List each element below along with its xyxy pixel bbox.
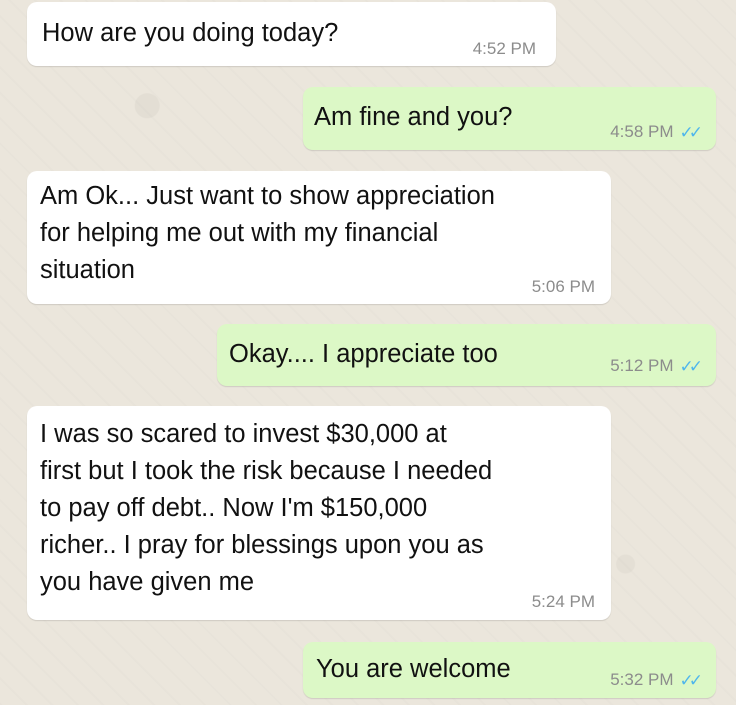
double-check-icon: ✓✓ <box>679 122 703 142</box>
double-check-icon: ✓✓ <box>679 670 703 690</box>
message-timestamp: 5:24 PM <box>532 592 595 612</box>
timestamp-text: 5:32 PM <box>610 670 674 689</box>
message-bubble-incoming[interactable]: I was so scared to invest $30,000 at fir… <box>27 406 611 620</box>
message-timestamp: 5:12 PM ✓✓ <box>610 356 703 376</box>
message-text: Am fine and you? <box>314 103 513 131</box>
message-text: I was so scared to invest $30,000 at fir… <box>40 420 493 596</box>
message-bubble-incoming[interactable]: How are you doing today? 4:52 PM <box>27 2 556 66</box>
message-text: Am Ok... Just want to show appreciation … <box>40 182 495 284</box>
message-timestamp: 4:52 PM <box>473 39 536 59</box>
message-text: Okay.... I appreciate too <box>229 340 498 368</box>
chat-thread: How are you doing today? 4:52 PM Am fine… <box>0 0 736 705</box>
timestamp-text: 5:06 PM <box>531 277 595 296</box>
timestamp-text: 5:12 PM <box>610 356 674 375</box>
message-bubble-outgoing[interactable]: You are welcome 5:32 PM ✓✓ <box>303 642 716 698</box>
timestamp-text: 4:58 PM <box>610 122 674 141</box>
message-timestamp: 5:06 PM <box>532 277 595 297</box>
timestamp-text: 4:52 PM <box>472 39 536 58</box>
message-bubble-outgoing[interactable]: Okay.... I appreciate too 5:12 PM ✓✓ <box>217 324 716 386</box>
message-bubble-incoming[interactable]: Am Ok... Just want to show appreciation … <box>27 171 611 304</box>
message-timestamp: 4:58 PM ✓✓ <box>610 122 703 142</box>
message-text: You are welcome <box>316 655 511 683</box>
message-bubble-outgoing[interactable]: Am fine and you? 4:58 PM ✓✓ <box>303 87 716 150</box>
message-text: How are you doing today? <box>42 19 339 47</box>
timestamp-text: 5:24 PM <box>531 592 595 611</box>
double-check-icon: ✓✓ <box>679 356 703 376</box>
message-timestamp: 5:32 PM ✓✓ <box>610 670 703 690</box>
